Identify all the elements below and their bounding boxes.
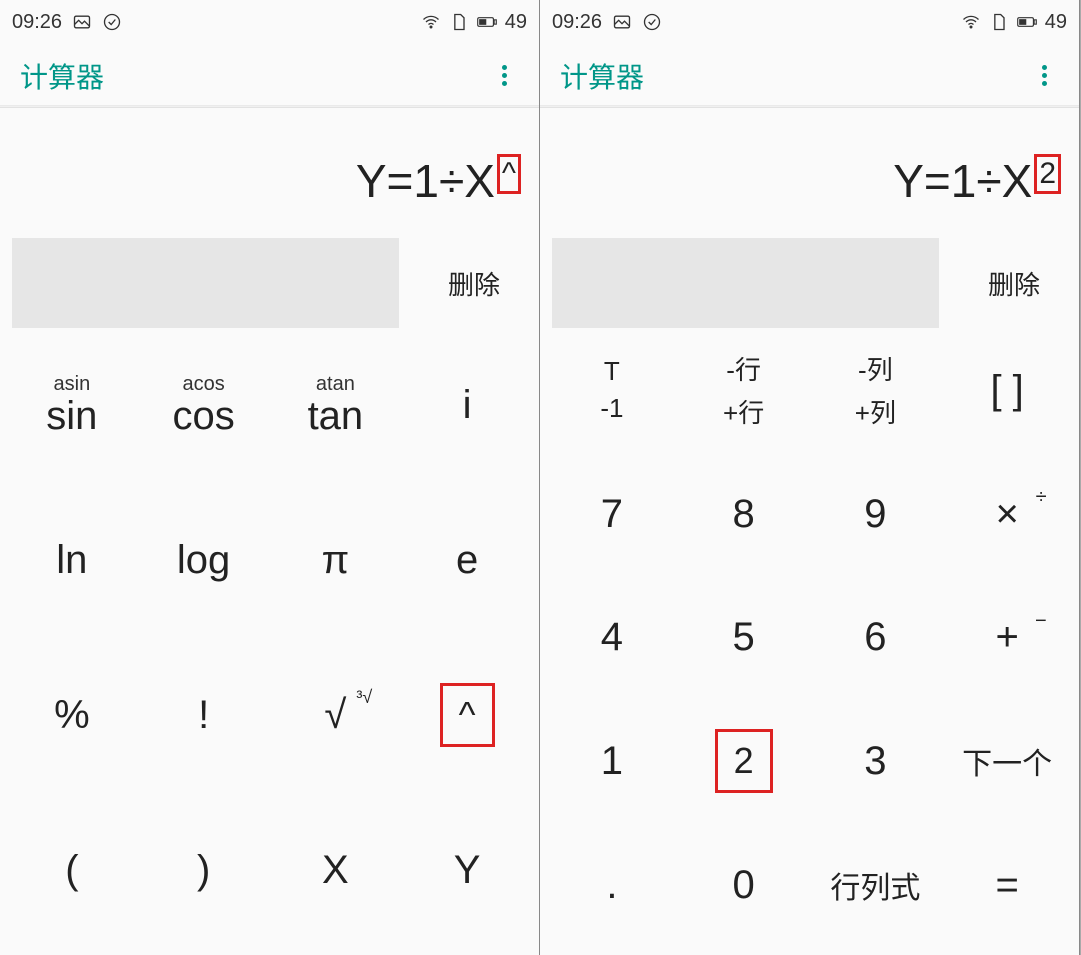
- appbar: 计算器: [0, 44, 539, 108]
- key-i[interactable]: i: [401, 328, 533, 483]
- key-row-ops[interactable]: -行+行: [678, 328, 810, 452]
- key-factorial[interactable]: !: [138, 638, 270, 793]
- key-9[interactable]: 9: [810, 452, 942, 576]
- battery-icon: [477, 12, 497, 32]
- app-title: 计算器: [20, 56, 104, 96]
- key-8[interactable]: 8: [678, 452, 810, 576]
- key-percent[interactable]: %: [6, 638, 138, 793]
- key-1[interactable]: 1: [546, 699, 678, 823]
- expression-superscript: ^: [497, 154, 521, 194]
- sim-icon: [989, 12, 1009, 32]
- key-paren-close[interactable]: ): [138, 792, 270, 947]
- check-icon: [642, 12, 662, 32]
- key-determinant[interactable]: 行列式: [810, 823, 942, 947]
- expression-display: Y=1÷X 2: [540, 108, 1079, 238]
- key-e[interactable]: e: [401, 483, 533, 638]
- key-0[interactable]: 0: [678, 823, 810, 947]
- key-x[interactable]: X: [270, 792, 402, 947]
- wifi-icon: [421, 12, 441, 32]
- key-5[interactable]: 5: [678, 576, 810, 700]
- key-sqrt[interactable]: ³√√: [270, 638, 402, 793]
- check-icon: [102, 12, 122, 32]
- key-sin[interactable]: asinsin: [6, 328, 138, 483]
- screen-left: 09:26 49 计算器 Y=1÷X ^ 删除 asinsin acoscos …: [0, 0, 540, 955]
- sim-icon: [449, 12, 469, 32]
- expression-main: Y=1÷X: [893, 154, 1032, 208]
- key-multiply[interactable]: ÷×: [941, 452, 1073, 576]
- key-transpose-inverse[interactable]: T-1: [546, 328, 678, 452]
- result-box: [552, 238, 939, 328]
- screen-right: 09:26 49 计算器 Y=1÷X 2 删除 T-1 -行+行: [540, 0, 1080, 955]
- key-paren-open[interactable]: (: [6, 792, 138, 947]
- clock: 09:26: [552, 11, 602, 34]
- result-strip: 删除: [0, 238, 539, 328]
- battery-level: 49: [1045, 11, 1067, 34]
- keypad-matrix: T-1 -行+行 -列+列 [ ] 7 8 9 ÷× 4 5 6 −+ 1 2 …: [540, 328, 1079, 955]
- key-4[interactable]: 4: [546, 576, 678, 700]
- key-next[interactable]: 下一个: [941, 699, 1073, 823]
- key-2[interactable]: 2: [678, 699, 810, 823]
- key-y[interactable]: Y: [401, 792, 533, 947]
- wifi-icon: [961, 12, 981, 32]
- key-brackets[interactable]: [ ]: [941, 328, 1073, 452]
- image-icon: [72, 12, 92, 32]
- status-bar: 09:26 49: [540, 0, 1079, 44]
- delete-button[interactable]: 删除: [409, 238, 539, 328]
- app-title: 计算器: [560, 56, 644, 96]
- key-3[interactable]: 3: [810, 699, 942, 823]
- expression-display: Y=1÷X ^: [0, 108, 539, 238]
- key-ln[interactable]: ln: [6, 483, 138, 638]
- battery-level: 49: [505, 11, 527, 34]
- key-plus[interactable]: −+: [941, 576, 1073, 700]
- key-equals[interactable]: =: [941, 823, 1073, 947]
- battery-icon: [1017, 12, 1037, 32]
- result-box: [12, 238, 399, 328]
- key-col-ops[interactable]: -列+列: [810, 328, 942, 452]
- key-7[interactable]: 7: [546, 452, 678, 576]
- clock: 09:26: [12, 11, 62, 34]
- status-bar: 09:26 49: [0, 0, 539, 44]
- overflow-menu-icon[interactable]: [1030, 53, 1059, 98]
- overflow-menu-icon[interactable]: [490, 53, 519, 98]
- expression-main: Y=1÷X: [356, 154, 495, 208]
- delete-button[interactable]: 删除: [949, 238, 1079, 328]
- expression-superscript: 2: [1034, 154, 1061, 194]
- key-cos[interactable]: acoscos: [138, 328, 270, 483]
- keypad-scientific: asinsin acoscos atantan i ln log π e % !…: [0, 328, 539, 955]
- key-log[interactable]: log: [138, 483, 270, 638]
- key-6[interactable]: 6: [810, 576, 942, 700]
- key-tan[interactable]: atantan: [270, 328, 402, 483]
- key-dot[interactable]: .: [546, 823, 678, 947]
- result-strip: 删除: [540, 238, 1079, 328]
- appbar: 计算器: [540, 44, 1079, 108]
- key-pi[interactable]: π: [270, 483, 402, 638]
- key-power[interactable]: ^: [401, 638, 533, 793]
- image-icon: [612, 12, 632, 32]
